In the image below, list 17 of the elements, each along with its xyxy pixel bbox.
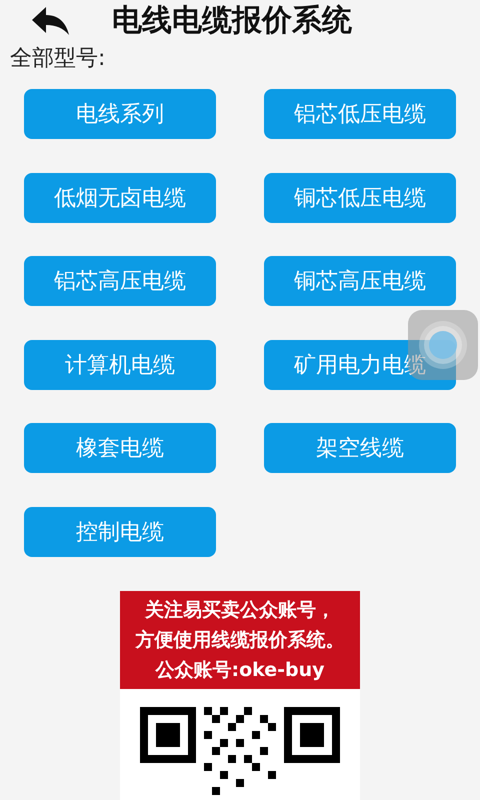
back-arrow-icon bbox=[30, 6, 70, 36]
category-button[interactable]: 铝芯低压电缆 bbox=[264, 89, 456, 139]
category-button[interactable]: 矿用电力电缆 bbox=[264, 340, 456, 390]
category-button[interactable]: 低烟无卤电缆 bbox=[24, 172, 216, 222]
category-button[interactable]: 橡套电缆 bbox=[24, 423, 216, 473]
banner-text: 方便使用线缆报价系统。 bbox=[136, 628, 344, 652]
section-label: 全部型号: bbox=[9, 45, 106, 73]
category-button[interactable]: 电线系列 bbox=[24, 89, 216, 139]
category-button[interactable]: 计算机电缆 bbox=[24, 340, 216, 390]
banner-text: 关注易买卖公众账号， bbox=[145, 598, 335, 622]
category-button[interactable]: 控制电缆 bbox=[24, 506, 216, 556]
category-button[interactable]: 铜芯低压电缆 bbox=[264, 172, 456, 222]
category-button[interactable]: 架空线缆 bbox=[264, 423, 456, 473]
banner-text: 公众账号:oke-buy bbox=[155, 658, 325, 682]
page-title: 电线电缆报价系统 bbox=[112, 2, 352, 40]
category-button[interactable]: 铜芯高压电缆 bbox=[264, 256, 456, 306]
category-button[interactable]: 铝芯高压电缆 bbox=[24, 256, 216, 306]
